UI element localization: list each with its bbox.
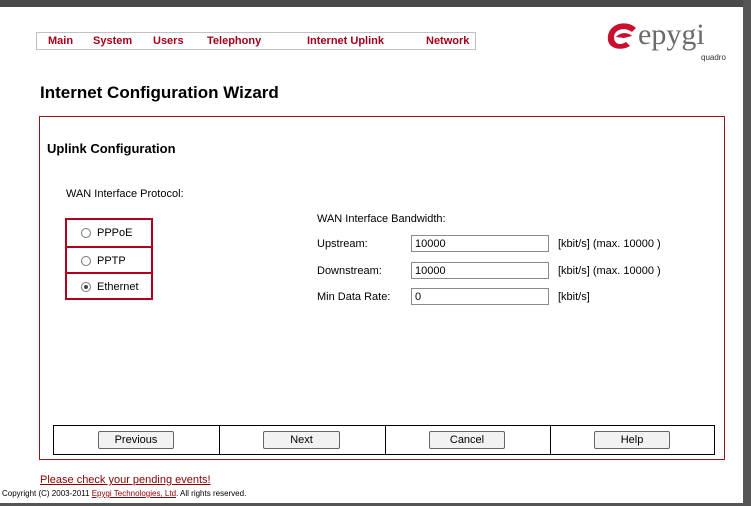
menu-item-network[interactable]: Network bbox=[426, 35, 469, 47]
epygi-link[interactable]: Epygi Technologies, Ltd bbox=[92, 489, 176, 498]
upstream-input[interactable] bbox=[411, 235, 549, 252]
cancel-button[interactable]: Cancel bbox=[429, 431, 505, 449]
radio-option-pppoe[interactable]: PPPoE bbox=[67, 220, 151, 246]
downstream-label: Downstream: bbox=[317, 265, 382, 277]
previous-button[interactable]: Previous bbox=[98, 431, 174, 449]
menu-item-internet-uplink[interactable]: Internet Uplink bbox=[307, 35, 384, 47]
button-cell-help: Help bbox=[550, 426, 714, 454]
copyright-text: Copyright (C) 2003-2011 Epygi Technologi… bbox=[2, 489, 246, 498]
upstream-label: Upstream: bbox=[317, 238, 368, 250]
min-data-rate-input[interactable] bbox=[411, 288, 549, 305]
menu-item-system[interactable]: System bbox=[93, 35, 132, 47]
radio-label-pppoe: PPPoE bbox=[97, 227, 133, 239]
radio-pptp[interactable] bbox=[81, 256, 91, 266]
logo-word: epygi bbox=[638, 18, 705, 51]
menu-item-main[interactable]: Main bbox=[48, 35, 73, 47]
epygi-logo: epygi quadro bbox=[606, 18, 736, 66]
main-menu: Main System Users Telephony Internet Upl… bbox=[36, 32, 476, 50]
copyright-suffix: . All rights reserved. bbox=[176, 489, 247, 498]
button-cell-previous: Previous bbox=[54, 426, 219, 454]
radio-ethernet[interactable] bbox=[81, 282, 91, 292]
menu-item-telephony[interactable]: Telephony bbox=[207, 35, 261, 47]
button-cell-cancel: Cancel bbox=[385, 426, 550, 454]
menu-item-users[interactable]: Users bbox=[153, 35, 184, 47]
downstream-unit: [kbit/s] (max. 10000 ) bbox=[558, 265, 661, 277]
window-right-border bbox=[743, 0, 751, 506]
page-title: Internet Configuration Wizard bbox=[40, 83, 279, 102]
radio-option-pptp[interactable]: PPTP bbox=[67, 246, 151, 272]
min-data-rate-label: Min Data Rate: bbox=[317, 291, 391, 303]
logo-subtitle: quadro bbox=[701, 53, 726, 62]
copyright-prefix: Copyright (C) 2003-2011 bbox=[2, 489, 92, 498]
pending-events-link[interactable]: Please check your pending events! bbox=[40, 474, 211, 486]
window-top-border bbox=[0, 0, 751, 7]
radio-option-ethernet[interactable]: Ethernet bbox=[67, 272, 151, 298]
downstream-input[interactable] bbox=[411, 262, 549, 279]
radio-label-ethernet: Ethernet bbox=[97, 281, 139, 293]
button-cell-next: Next bbox=[219, 426, 385, 454]
section-title: Uplink Configuration bbox=[47, 141, 176, 156]
button-bar: Previous Next Cancel Help bbox=[53, 425, 715, 455]
wan-protocol-radio-group: PPPoE PPTP Ethernet bbox=[65, 218, 153, 300]
radio-label-pptp: PPTP bbox=[97, 255, 126, 267]
wan-protocol-label: WAN Interface Protocol: bbox=[66, 188, 184, 200]
next-button[interactable]: Next bbox=[263, 431, 340, 449]
upstream-unit: [kbit/s] (max. 10000 ) bbox=[558, 238, 661, 250]
wan-bandwidth-label: WAN Interface Bandwidth: bbox=[317, 213, 446, 225]
radio-pppoe[interactable] bbox=[81, 228, 91, 238]
min-data-rate-unit: [kbit/s] bbox=[558, 291, 590, 303]
help-button[interactable]: Help bbox=[594, 431, 670, 449]
logo-swoosh-icon bbox=[607, 23, 636, 49]
